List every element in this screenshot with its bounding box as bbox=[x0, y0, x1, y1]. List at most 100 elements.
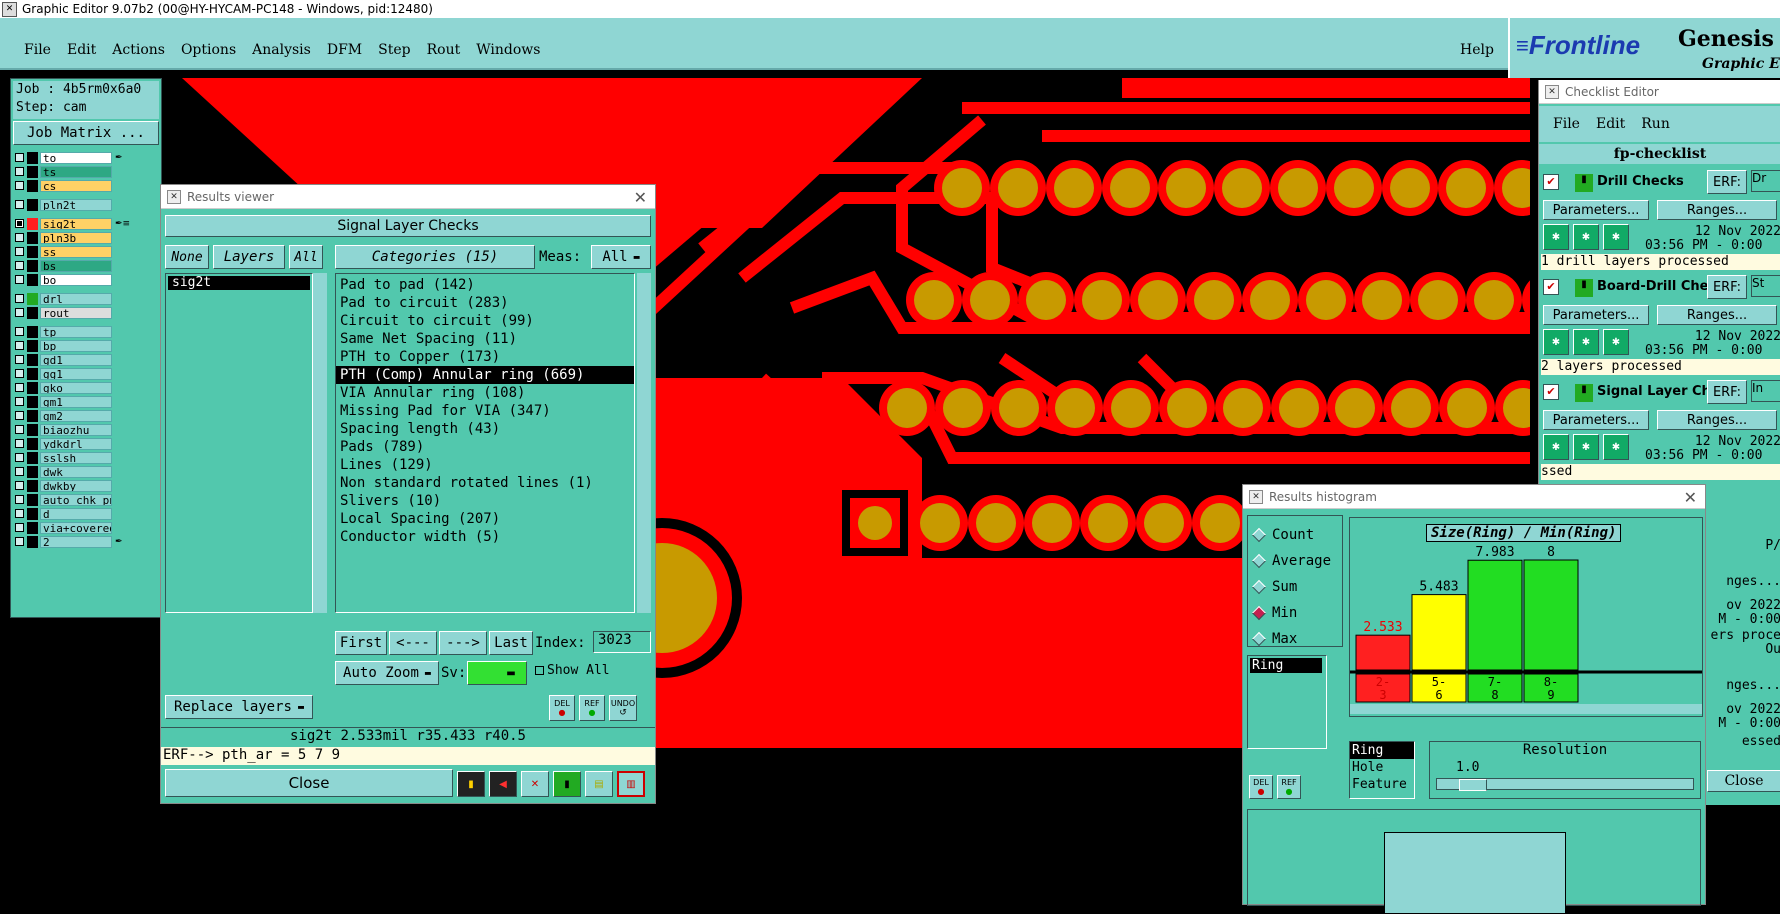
check-name[interactable]: Drill Checks bbox=[1597, 174, 1707, 189]
category-item[interactable]: Local Spacing (207) bbox=[336, 510, 634, 528]
pcb-pad[interactable] bbox=[1335, 388, 1375, 428]
layer-row[interactable]: to ✒ bbox=[15, 151, 123, 164]
layer-checkbox[interactable] bbox=[15, 425, 24, 434]
layer-row[interactable]: sslsh bbox=[15, 451, 112, 464]
pcb-pad[interactable] bbox=[1446, 168, 1486, 208]
pcb-pad[interactable] bbox=[1334, 168, 1374, 208]
resolution-slider[interactable] bbox=[1436, 778, 1694, 791]
layer-name[interactable]: tp bbox=[40, 325, 112, 338]
layer-checkbox[interactable] bbox=[15, 397, 24, 406]
close-icon[interactable]: ✕ bbox=[634, 188, 647, 207]
run-icon[interactable]: ✱ bbox=[1543, 329, 1569, 355]
layer-name[interactable]: sslsh bbox=[40, 451, 112, 464]
layer-checkbox[interactable] bbox=[15, 294, 24, 303]
category-item[interactable]: VIA Annular ring (108) bbox=[336, 384, 634, 402]
none-button[interactable]: None bbox=[165, 245, 209, 269]
layer-checkbox[interactable] bbox=[15, 537, 24, 546]
layers-button[interactable]: Layers bbox=[213, 245, 285, 269]
layer-name[interactable]: 2 bbox=[40, 535, 112, 548]
layer-row[interactable]: bo bbox=[15, 273, 112, 286]
layer-checkbox[interactable] bbox=[15, 523, 24, 532]
menu-analysis[interactable]: Analysis bbox=[252, 42, 311, 58]
layer-name[interactable]: auto_chk_pnl bbox=[40, 493, 112, 506]
check-enabled-checkbox[interactable]: ✔ bbox=[1543, 174, 1559, 190]
check-parameters-button[interactable]: Parameters... bbox=[1543, 200, 1649, 220]
layer-row[interactable]: 2 ✒ bbox=[15, 535, 123, 548]
pcb-pad[interactable] bbox=[998, 168, 1038, 208]
layer-checkbox[interactable] bbox=[15, 467, 24, 476]
ref-button[interactable]: REF ● bbox=[579, 695, 605, 721]
histogram-bar[interactable] bbox=[1523, 559, 1579, 671]
pcb-pad[interactable] bbox=[1222, 168, 1262, 208]
check-erf-button[interactable]: ERF: bbox=[1707, 380, 1747, 404]
run-icon[interactable]: ✱ bbox=[1543, 224, 1569, 250]
check-name[interactable]: Board-Drill Checks bbox=[1597, 279, 1707, 294]
layer-row[interactable]: gg1 bbox=[15, 367, 112, 380]
checklist-menu-run[interactable]: Run bbox=[1641, 116, 1670, 132]
check-erf-value[interactable]: Dr bbox=[1751, 170, 1780, 192]
layer-row[interactable]: auto_chk_pnl bbox=[15, 493, 112, 506]
sv-color-select[interactable]: ▬ bbox=[467, 661, 527, 685]
pcb-pad[interactable] bbox=[914, 280, 954, 320]
histogram-bar[interactable] bbox=[1411, 594, 1467, 671]
layer-name[interactable]: gg1 bbox=[40, 367, 112, 380]
layer-row[interactable]: gd1 bbox=[15, 353, 112, 366]
category-item[interactable]: Pad to circuit (283) bbox=[336, 294, 634, 312]
category-item[interactable]: Circuit to circuit (99) bbox=[336, 312, 634, 330]
histogram-ref-button[interactable]: REF ● bbox=[1277, 775, 1301, 799]
pcb-pad[interactable] bbox=[1250, 280, 1290, 320]
layer-checkbox[interactable] bbox=[15, 369, 24, 378]
mode-radio-sum[interactable]: Sum bbox=[1248, 574, 1342, 600]
layer-checkbox[interactable] bbox=[15, 355, 24, 364]
layer-row[interactable]: gm1 bbox=[15, 395, 112, 408]
category-item[interactable]: Lines (129) bbox=[336, 456, 634, 474]
layer-checkbox[interactable] bbox=[15, 327, 24, 336]
run-marked-icon[interactable]: ✱ bbox=[1603, 224, 1629, 250]
layer-row[interactable]: bs bbox=[15, 259, 112, 272]
first-button[interactable]: First bbox=[335, 631, 387, 655]
layer-checkbox[interactable] bbox=[15, 275, 24, 284]
layer-row[interactable]: drl bbox=[15, 292, 112, 305]
check-enabled-checkbox[interactable]: ✔ bbox=[1543, 384, 1559, 400]
layer-row[interactable]: ss bbox=[15, 245, 112, 258]
feature-item[interactable]: Feature bbox=[1350, 776, 1414, 793]
pcb-pad[interactable] bbox=[1167, 388, 1207, 428]
pcb-pad[interactable] bbox=[1082, 280, 1122, 320]
layer-name[interactable]: ss bbox=[40, 245, 112, 258]
layer-name[interactable]: bp bbox=[40, 339, 112, 352]
layer-row[interactable]: ydkdrl bbox=[15, 437, 112, 450]
layer-row[interactable]: pln2t bbox=[15, 198, 112, 211]
layer-name[interactable]: biaozhu bbox=[40, 423, 112, 436]
category-item[interactable]: Same Net Spacing (11) bbox=[336, 330, 634, 348]
pcb-pad[interactable] bbox=[1055, 388, 1095, 428]
pcb-pad[interactable] bbox=[1054, 168, 1094, 208]
category-item[interactable]: Pads (789) bbox=[336, 438, 634, 456]
layer-name[interactable]: bo bbox=[40, 273, 112, 286]
layer-name[interactable]: gm1 bbox=[40, 395, 112, 408]
layer-checkbox[interactable] bbox=[15, 495, 24, 504]
pcb-pad[interactable] bbox=[1200, 503, 1240, 543]
pcb-pad[interactable] bbox=[943, 388, 983, 428]
check-parameters-button[interactable]: Parameters... bbox=[1543, 410, 1649, 430]
categories-button[interactable]: Categories (15) bbox=[335, 245, 535, 269]
run-marked-icon[interactable]: ✱ bbox=[1603, 329, 1629, 355]
category-item[interactable]: Missing Pad for VIA (347) bbox=[336, 402, 634, 420]
layer-row[interactable]: cs bbox=[15, 179, 112, 192]
result-layer-item[interactable]: sig2t bbox=[168, 276, 310, 290]
pcb-pad[interactable] bbox=[1138, 280, 1178, 320]
toolbar-num-icon[interactable]: ▮ bbox=[553, 771, 581, 797]
layer-checkbox[interactable] bbox=[15, 453, 24, 462]
layer-checkbox[interactable] bbox=[15, 181, 24, 190]
layer-checkbox[interactable] bbox=[15, 383, 24, 392]
layer-checkbox[interactable] bbox=[15, 233, 24, 242]
index-input[interactable]: 3023 bbox=[593, 631, 651, 653]
category-item[interactable]: Conductor width (5) bbox=[336, 528, 634, 546]
attribute-selected[interactable]: Ring bbox=[1250, 658, 1322, 673]
layer-name[interactable]: d bbox=[40, 507, 112, 520]
auto-zoom-select[interactable]: Auto Zoom ▬ bbox=[335, 661, 439, 685]
layer-checkbox[interactable] bbox=[15, 153, 24, 162]
run-icon[interactable]: ✱ bbox=[1543, 434, 1569, 460]
pcb-pad[interactable] bbox=[1032, 503, 1072, 543]
pcb-pad[interactable] bbox=[1166, 168, 1206, 208]
check-erf-button[interactable]: ERF: bbox=[1707, 275, 1747, 299]
